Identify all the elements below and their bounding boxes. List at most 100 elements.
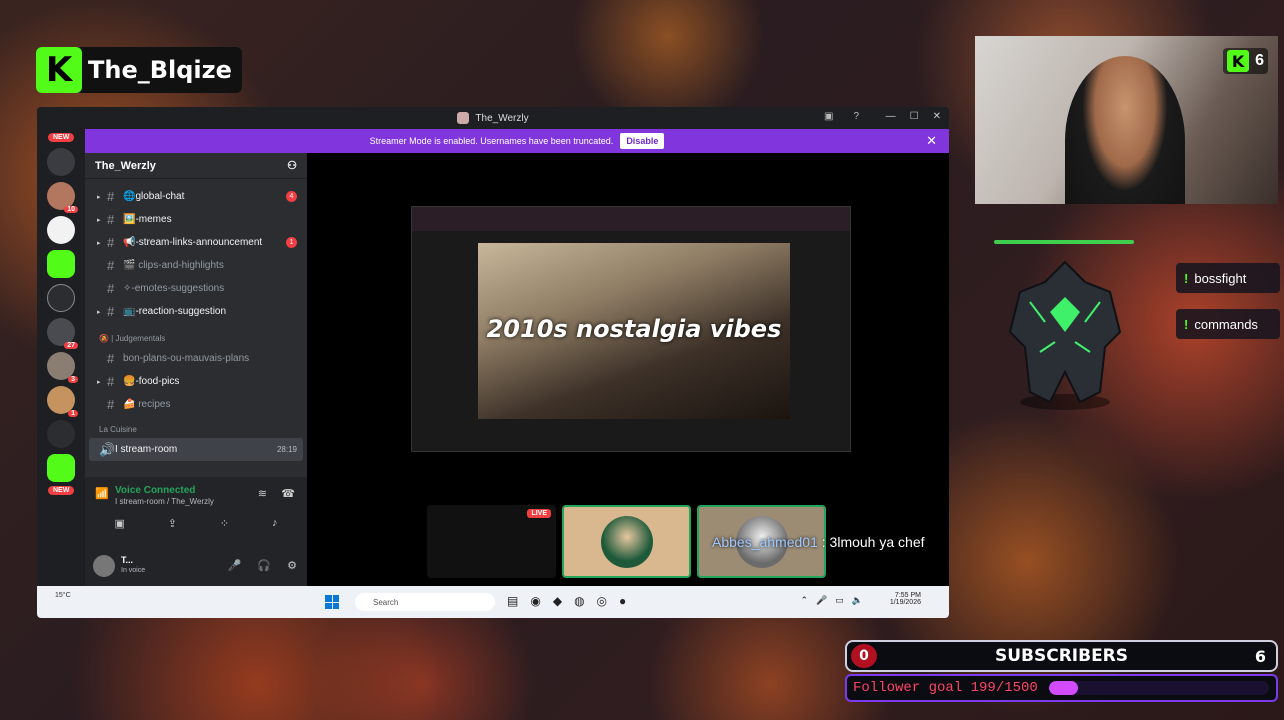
channel-bon-plans[interactable]: # bon-plans-ou-mauvais-plans	[85, 347, 307, 370]
browser-bar	[412, 207, 850, 231]
category-la-cuisine[interactable]: La Cuisine	[85, 420, 307, 438]
stream-stage: 2010s nostalgia vibes LIVE	[307, 153, 949, 586]
clock-time: 7:55 PM	[894, 592, 921, 599]
minimize-icon[interactable]: —	[886, 111, 896, 122]
channel-arrow-icon: ▸	[97, 239, 101, 247]
participant-tile[interactable]	[562, 505, 691, 578]
windows-start-icon[interactable]	[325, 595, 339, 609]
channel-label: 🍔-food-pics	[123, 376, 180, 387]
kick-server-icon[interactable]	[47, 454, 75, 482]
weather-widget[interactable]: 15°C	[55, 592, 71, 599]
hash-icon: #	[107, 258, 115, 273]
channel-memes[interactable]: ▸ # 🖼️-memes	[85, 208, 307, 231]
channel-arrow-icon: ▸	[97, 216, 101, 224]
close-window-icon[interactable]: ✕	[933, 111, 941, 122]
stream-tile[interactable]: LIVE	[427, 505, 556, 578]
server-icon[interactable]: 3	[47, 352, 78, 383]
kick-server-icon[interactable]	[47, 250, 75, 278]
help-icon[interactable]: ?	[853, 111, 859, 122]
noise-suppression-icon[interactable]: ≋	[258, 487, 267, 500]
chat-username: Abbes_ahmed01	[712, 534, 818, 550]
disconnect-icon[interactable]: ☎	[281, 487, 295, 500]
activities-icon[interactable]: ⁘	[220, 517, 229, 530]
server-list: NEW 10 27 3 1 NEW	[37, 129, 85, 586]
channel-label: 🎬 clips-and-highlights	[123, 260, 224, 271]
voice-channel-label: I stream-room	[115, 444, 178, 455]
steam-icon[interactable]: ◎	[597, 594, 607, 608]
server-icon[interactable]: 27	[47, 318, 78, 349]
settings-gear-icon[interactable]: ⚙	[287, 559, 297, 572]
new-badge: NEW	[48, 133, 74, 142]
hash-icon: #	[107, 304, 115, 319]
server-icon[interactable]: 10	[47, 182, 78, 213]
discord-icon[interactable]: ◍	[574, 594, 584, 608]
command-label: bossfight	[1194, 270, 1247, 286]
channel-label: 📢-stream-links-announcement	[123, 237, 263, 248]
chrome-icon[interactable]: ◉	[530, 594, 540, 608]
channel-stream-links-announcement[interactable]: ▸ # 📢-stream-links-announcement 1	[85, 231, 307, 254]
disable-streamer-mode-button[interactable]: Disable	[620, 133, 665, 149]
channel-arrow-icon: ▸	[97, 378, 101, 386]
viewer-count-badge: K 6	[1223, 48, 1268, 74]
channel-reaction-suggestion[interactable]: ▸ # 📺-reaction-suggestion	[85, 300, 307, 323]
clock-date: 1/19/2026	[889, 599, 921, 606]
voice-room[interactable]: I stream-room / The_Werzly	[115, 497, 214, 506]
kick-logo-icon: K	[36, 47, 82, 93]
server-icon[interactable]	[47, 216, 75, 244]
command-bossfight: ! bossfight	[1176, 263, 1280, 293]
add-member-icon[interactable]: ⚇	[287, 159, 297, 172]
voice-status: Voice Connected	[115, 485, 196, 496]
channel-clips-and-highlights[interactable]: # 🎬 clips-and-highlights	[85, 254, 307, 277]
microphone-icon[interactable]: 🎤	[228, 559, 242, 572]
app-icon[interactable]: ◆	[553, 594, 562, 608]
camera-off-icon[interactable]: ▣	[114, 517, 124, 530]
signal-icon: 📶	[95, 488, 109, 500]
live-badge: LIVE	[527, 509, 551, 518]
user-panel: T... In voice 🎤 🎧 ⚙	[85, 547, 307, 586]
hash-icon: #	[107, 397, 115, 412]
channel-global-chat[interactable]: ▸ # 🌐global-chat 4	[85, 185, 307, 208]
channel-food-pics[interactable]: ▸ # 🍔-food-pics	[85, 370, 307, 393]
webcam-feed: K 6	[975, 36, 1278, 204]
voice-channel-stream-room[interactable]: 🔊 I stream-room 28:19	[89, 438, 303, 461]
inbox-icon[interactable]: ▣	[824, 111, 833, 122]
avatar[interactable]	[93, 555, 115, 577]
banner-text: Streamer Mode is enabled. Usernames have…	[369, 136, 614, 146]
soundboard-icon[interactable]: ♪	[272, 517, 278, 530]
close-banner-icon[interactable]: ✕	[926, 133, 937, 149]
boss-health-bar	[994, 240, 1134, 244]
hash-icon: #	[107, 235, 115, 250]
shared-screen[interactable]: 2010s nostalgia vibes	[411, 206, 851, 452]
maximize-icon[interactable]: ☐	[910, 111, 919, 122]
server-icon[interactable]	[47, 148, 75, 176]
wifi-icon[interactable]: ▭	[835, 595, 844, 606]
channel-label: 🌐global-chat	[123, 191, 185, 202]
window-title: The_Werzly	[475, 112, 529, 124]
streamer-mode-banner: Streamer Mode is enabled. Usernames have…	[85, 129, 949, 153]
video-overlay-text: 2010s nostalgia vibes	[486, 315, 782, 343]
file-explorer-icon[interactable]: ▤	[507, 594, 518, 608]
obs-icon[interactable]: ●	[619, 594, 626, 608]
channel-emotes-suggestions[interactable]: # ✧-emotes-suggestions	[85, 277, 307, 300]
system-clock[interactable]: 7:55 PM 1/19/2026	[890, 592, 921, 606]
taskbar-search[interactable]: Search	[355, 593, 495, 611]
headphones-icon[interactable]: 🎧	[257, 559, 271, 572]
window-avatar-icon	[457, 112, 470, 124]
channel-recipes[interactable]: # 🍰 recipes	[85, 393, 307, 416]
guild-name: The_Werzly	[95, 159, 156, 172]
hash-icon: #	[107, 351, 115, 366]
server-icon[interactable]: 1	[47, 386, 78, 417]
command-label: commands	[1194, 316, 1258, 332]
chevron-up-icon[interactable]: ⌃	[801, 595, 809, 606]
voice-connected-panel: 📶 Voice Connected I stream-room / The_We…	[85, 477, 307, 547]
video-frame[interactable]: 2010s nostalgia vibes	[478, 243, 790, 419]
server-icon[interactable]	[47, 420, 75, 448]
screen-share-icon[interactable]: ⇪	[168, 517, 177, 530]
server-icon[interactable]	[47, 284, 75, 312]
discord-window: The_Werzly ▣ ? — ☐ ✕ Streamer Mode is en…	[37, 107, 949, 618]
follower-goal-progress	[1049, 681, 1269, 695]
microphone-icon[interactable]: 🎤	[816, 595, 827, 606]
volume-icon[interactable]: 🔈	[852, 595, 863, 606]
category-judgementals[interactable]: 🔕 | Judgementals	[85, 329, 307, 347]
guild-header[interactable]: The_Werzly ⚇	[85, 153, 307, 179]
